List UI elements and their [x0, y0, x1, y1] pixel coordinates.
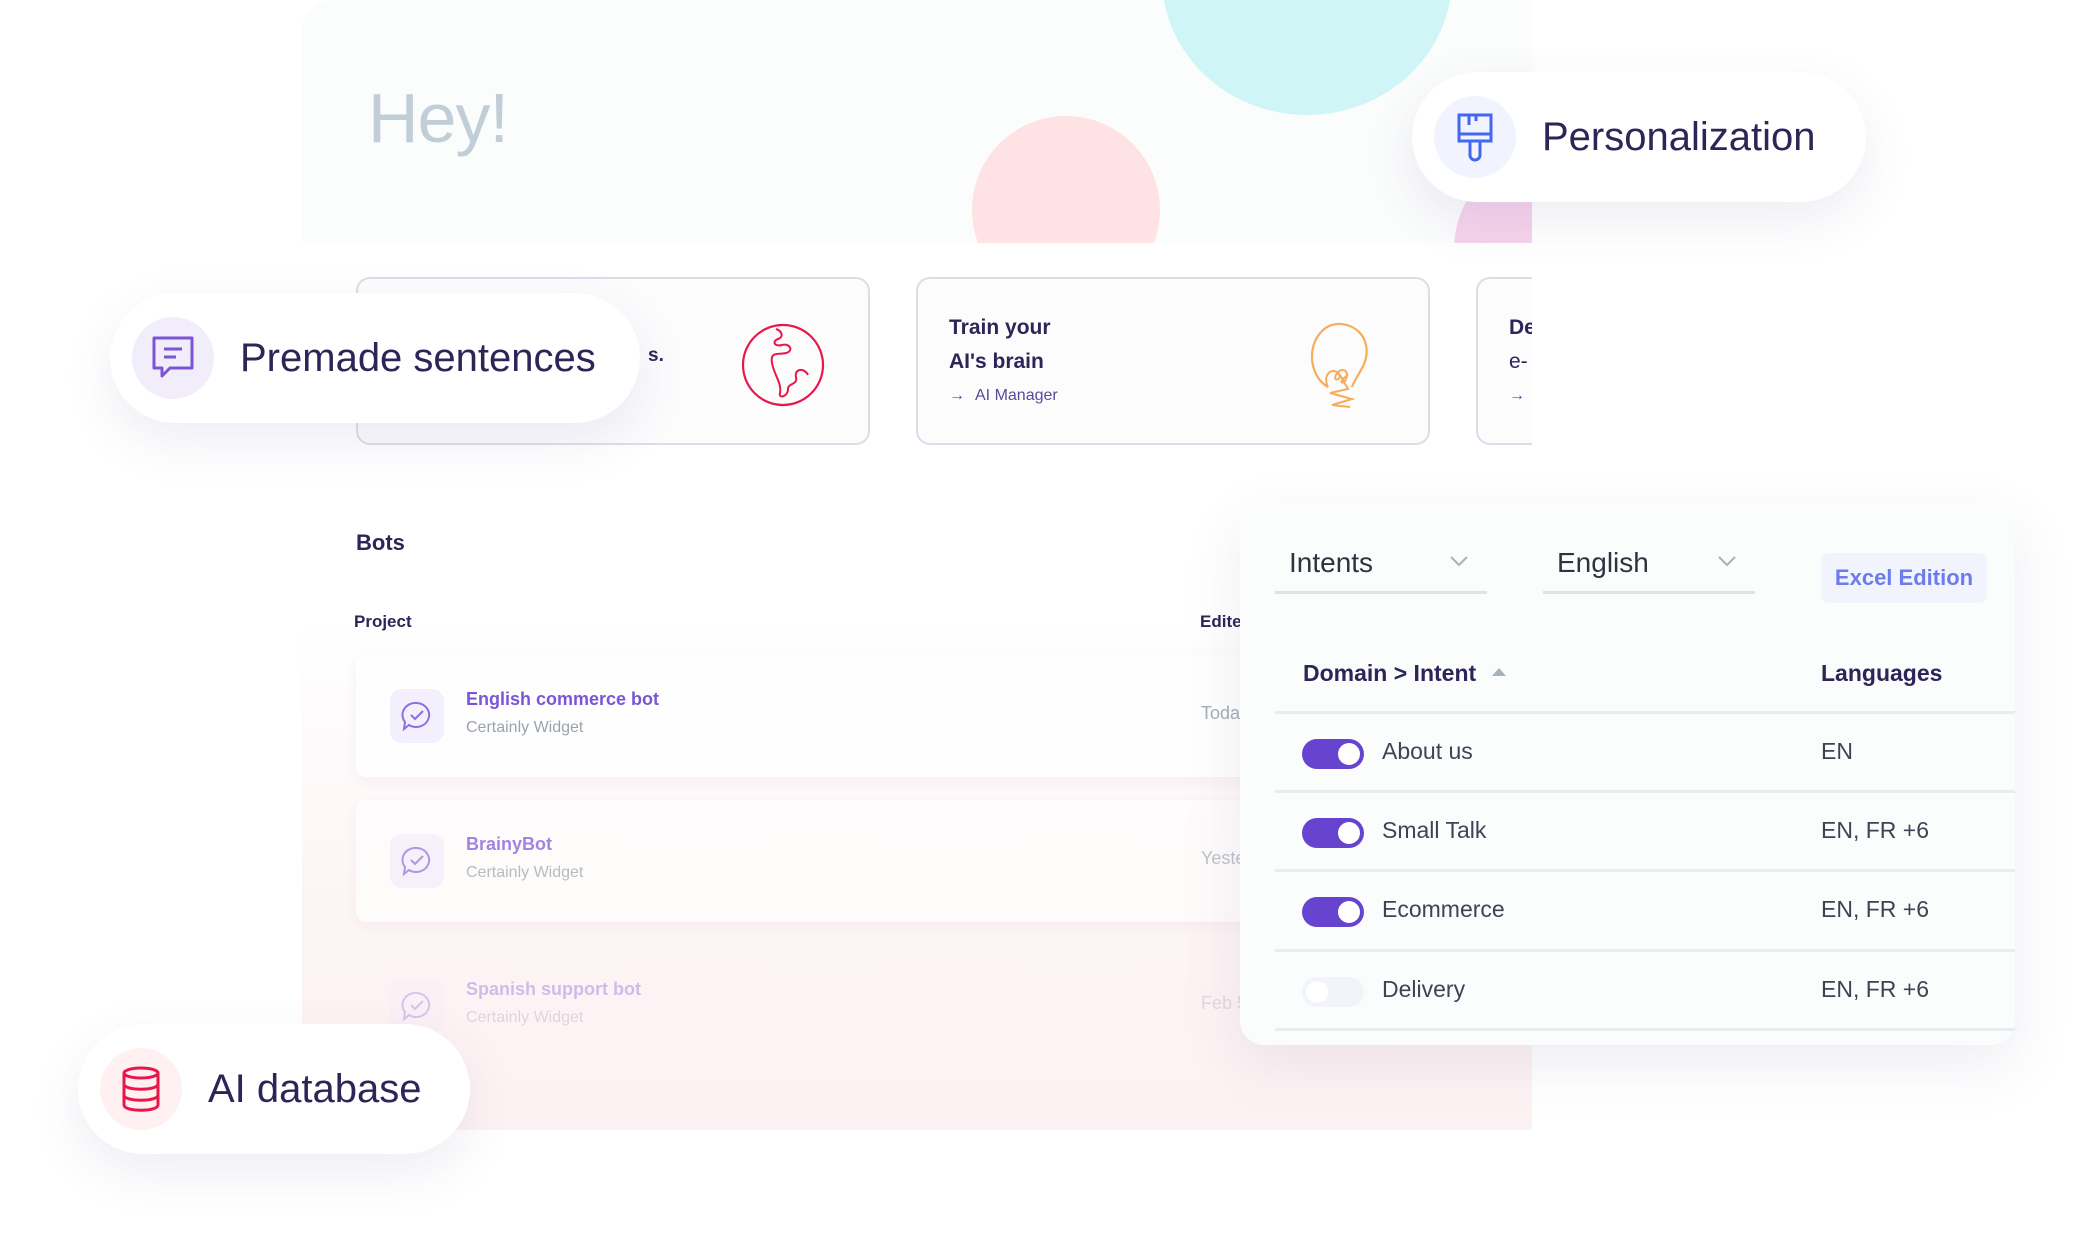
card-title: De e-: [1509, 311, 1532, 379]
sort-ascending-icon: [1492, 667, 1507, 676]
card-title: Train your AI's brain: [949, 311, 1051, 379]
bot-chat-icon: [390, 689, 444, 743]
bot-type: Certainly Widget: [466, 719, 584, 736]
divider: [1275, 1028, 2015, 1031]
intent-toggle[interactable]: [1302, 739, 1364, 769]
pill-label: Premade sentences: [240, 335, 596, 380]
chevron-down-icon: [1450, 556, 1468, 567]
decorative-blob-cyan: [1162, 0, 1452, 115]
card-title-fragment: s.: [648, 345, 664, 366]
type-select-value: Intents: [1289, 547, 1374, 578]
bot-name[interactable]: Spanish support bot: [466, 979, 641, 1000]
intent-languages: EN: [1821, 738, 1853, 764]
globe-icon: [741, 323, 825, 407]
column-header-intent[interactable]: Domain > Intent: [1303, 660, 1507, 687]
ai-database-pill: AI database: [78, 1024, 470, 1154]
intent-name[interactable]: Delivery: [1382, 976, 1465, 1003]
intents-panel: Intents English Excel Edition Domain > I…: [1240, 505, 2015, 1045]
language-select[interactable]: English: [1543, 541, 1755, 594]
intent-toggle[interactable]: [1302, 818, 1364, 848]
arrow-right-icon: →: [1509, 387, 1525, 404]
decorative-blob-pink: [972, 116, 1160, 243]
card-link[interactable]: →: [1509, 387, 1532, 405]
intent-languages: EN, FR +6: [1821, 896, 1930, 922]
column-header-project[interactable]: Project: [354, 612, 412, 632]
card-title-line-2: AI's brain: [949, 350, 1044, 373]
intent-row: Delivery EN, FR +6: [1240, 952, 2015, 1030]
pill-label: AI database: [208, 1066, 422, 1111]
card-link-ai-manager[interactable]: → AI Manager: [949, 387, 1058, 405]
personalization-pill: Personalization: [1412, 72, 1866, 202]
card-title-line-1: Train your: [949, 316, 1051, 339]
chevron-down-icon: [1718, 556, 1736, 567]
intent-languages: EN, FR +6: [1821, 976, 1930, 1002]
intent-languages: EN, FR +6: [1821, 817, 1930, 843]
intent-row: About us EN: [1240, 714, 2015, 792]
chat-message-icon: [132, 317, 214, 399]
premade-sentences-pill: Premade sentences: [110, 293, 640, 423]
intent-toggle[interactable]: [1302, 977, 1364, 1007]
feature-card-3[interactable]: De e- →: [1476, 277, 1532, 445]
card-link-label: AI Manager: [975, 387, 1058, 404]
pill-label: Personalization: [1542, 114, 1816, 159]
type-select[interactable]: Intents: [1275, 541, 1487, 594]
intent-toggle[interactable]: [1302, 897, 1364, 927]
column-header-intent-label: Domain > Intent: [1303, 660, 1477, 686]
column-header-edited[interactable]: Edite: [1200, 612, 1242, 632]
bot-chat-icon: [390, 834, 444, 888]
arrow-right-icon: →: [949, 387, 965, 404]
intent-name[interactable]: Small Talk: [1382, 817, 1486, 844]
hero-banner: Hey!: [302, 0, 1532, 243]
intent-name[interactable]: Ecommerce: [1382, 896, 1505, 923]
excel-edition-button[interactable]: Excel Edition: [1821, 553, 1987, 603]
bot-name[interactable]: BrainyBot: [466, 834, 552, 855]
paintbrush-icon: [1434, 96, 1516, 178]
intent-name[interactable]: About us: [1382, 738, 1473, 765]
feature-card-train-ai[interactable]: Train your AI's brain → AI Manager: [916, 277, 1430, 445]
bot-edited-date: Yeste: [1201, 848, 1246, 868]
bot-edited-date: Toda: [1201, 703, 1241, 723]
bots-section-title: Bots: [356, 530, 405, 555]
card-title-line-2: e-: [1509, 350, 1528, 373]
language-select-value: English: [1557, 547, 1649, 578]
database-icon: [100, 1048, 182, 1130]
greeting: Hey!: [368, 79, 509, 157]
card-title-line-1: De: [1509, 316, 1532, 339]
intent-row: Small Talk EN, FR +6: [1240, 793, 2015, 871]
bot-type: Certainly Widget: [466, 1009, 584, 1026]
bot-type: Certainly Widget: [466, 864, 584, 881]
column-header-languages[interactable]: Languages: [1821, 660, 1942, 687]
bot-name[interactable]: English commerce bot: [466, 689, 659, 710]
lightbulb-icon: [1310, 322, 1368, 408]
intent-row: Ecommerce EN, FR +6: [1240, 872, 2015, 950]
